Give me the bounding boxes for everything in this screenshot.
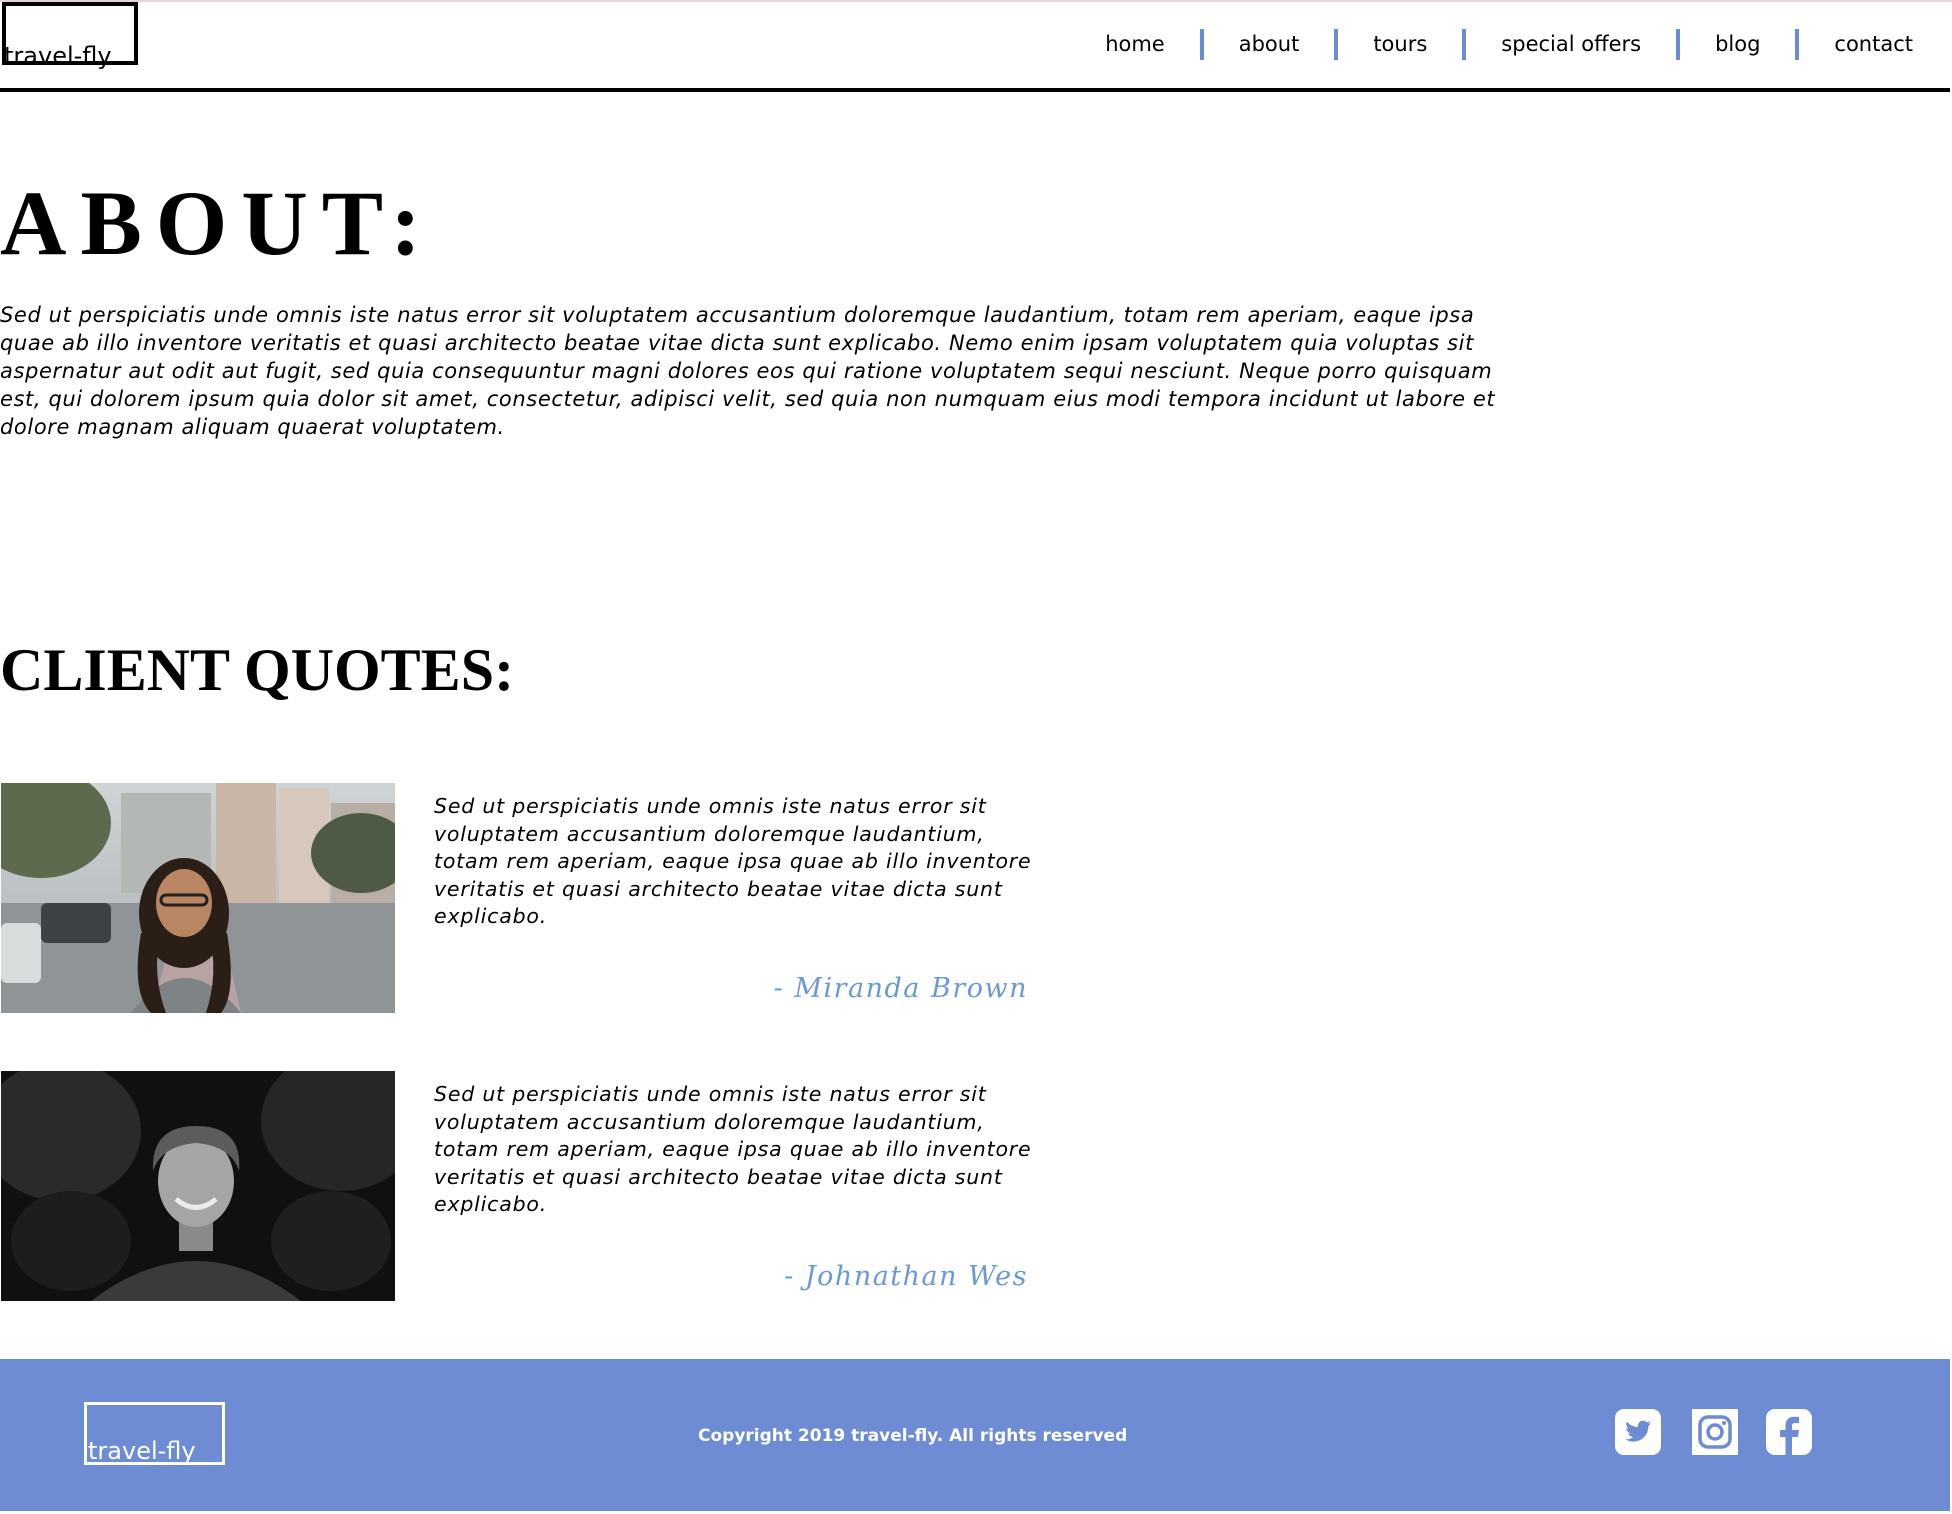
nav-tours[interactable]: tours bbox=[1373, 32, 1427, 56]
man-portrait-image bbox=[1, 1071, 395, 1301]
nav-special-offers[interactable]: special offers bbox=[1501, 32, 1641, 56]
nav-home[interactable]: home bbox=[1105, 32, 1165, 56]
copyright-text: Copyright 2019 travel-fly. All rights re… bbox=[698, 1426, 1128, 1446]
nav-blog[interactable]: blog bbox=[1715, 32, 1760, 56]
main-nav: home about tours special offers blog con… bbox=[1105, 0, 1950, 88]
quote-card: Sed ut perspiciatis unde omnis iste natu… bbox=[0, 1071, 1040, 1301]
nav-separator bbox=[1795, 28, 1800, 60]
quote-card: Sed ut perspiciatis unde omnis iste natu… bbox=[0, 783, 1040, 1013]
nav-about[interactable]: about bbox=[1239, 32, 1300, 56]
footer-logo[interactable]: travel-fly bbox=[88, 1439, 196, 1463]
nav-contact[interactable]: contact bbox=[1834, 32, 1913, 56]
quote-author: - Johnathan Wes bbox=[784, 1261, 1028, 1292]
nav-separator bbox=[1334, 28, 1339, 60]
quote-text: Sed ut perspiciatis unde omnis iste natu… bbox=[434, 1082, 1032, 1216]
nav-separator bbox=[1462, 28, 1467, 60]
client-photo bbox=[1, 1071, 395, 1301]
quote-text: Sed ut perspiciatis unde omnis iste natu… bbox=[434, 794, 1032, 928]
client-quotes-heading: CLIENT QUOTES: bbox=[0, 637, 515, 703]
facebook-icon[interactable] bbox=[1766, 1409, 1812, 1455]
site-footer: travel-fly Copyright 2019 travel-fly. Al… bbox=[0, 1359, 1950, 1511]
nav-separator bbox=[1199, 28, 1204, 60]
instagram-icon[interactable] bbox=[1692, 1409, 1738, 1455]
about-paragraph: Sed ut perspiciatis unde omnis iste natu… bbox=[0, 303, 1496, 439]
site-header: travel-fly home about tours special offe… bbox=[0, 0, 1950, 93]
quote-author: - Miranda Brown bbox=[773, 973, 1028, 1004]
woman-portrait-image bbox=[1, 783, 395, 1013]
client-photo bbox=[1, 783, 395, 1013]
about-heading: ABOUT: bbox=[0, 172, 435, 274]
twitter-icon[interactable] bbox=[1615, 1409, 1661, 1455]
nav-separator bbox=[1676, 28, 1681, 60]
header-divider bbox=[0, 88, 1950, 92]
site-logo[interactable]: travel-fly bbox=[4, 44, 112, 68]
